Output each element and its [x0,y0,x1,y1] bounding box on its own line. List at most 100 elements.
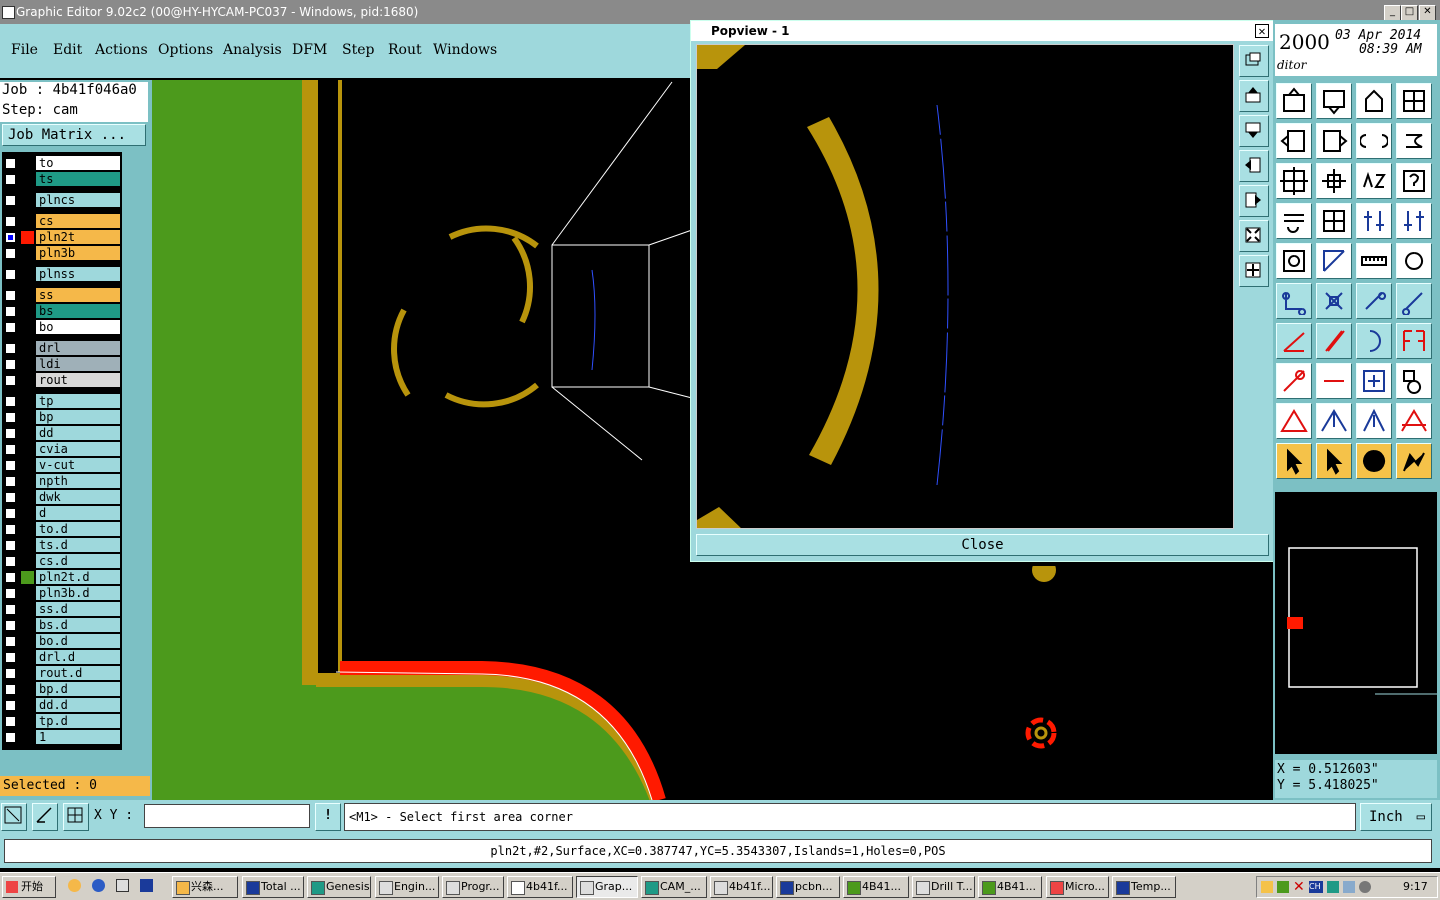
layer-name[interactable]: bp [36,410,120,425]
taskbar-item[interactable]: 4b41f... [710,876,773,898]
window-icon[interactable] [1396,83,1432,119]
layer-snap-icon[interactable] [1356,203,1392,239]
tray-volume-icon[interactable] [1359,881,1371,893]
unit-selector[interactable]: Inch ▭ [1360,803,1432,831]
settings-icon[interactable] [1276,203,1312,239]
layer-row[interactable]: dd.d [2,698,122,714]
layer-checkbox[interactable] [5,343,16,354]
layer-name[interactable]: dd.d [36,698,120,713]
layer-checkbox[interactable] [5,428,16,439]
angle-icon[interactable] [1276,323,1312,359]
lift-icon[interactable] [1356,403,1392,439]
minimize-button[interactable]: _ [1384,5,1401,21]
layer-name[interactable]: pln2t [36,230,120,245]
quicklaunch-ie-icon[interactable] [92,879,105,892]
layer-name[interactable]: bp.d [36,682,120,697]
measure-icon[interactable] [32,803,58,831]
layer-row[interactable]: 1 [2,730,122,746]
layer-row[interactable]: ss.d [2,602,122,618]
layer-row[interactable]: to.d [2,522,122,538]
surface-icon[interactable] [1316,243,1352,279]
layer-name[interactable]: bo [36,320,120,335]
center-icon[interactable] [1356,363,1392,399]
layer-checkbox[interactable] [5,322,16,333]
layer-name[interactable]: dd [36,426,120,441]
flip-icon[interactable] [1396,323,1432,359]
menu-actions[interactable]: Actions [95,42,148,58]
layer-row[interactable]: dwk [2,490,122,506]
select-icon[interactable] [1316,443,1352,479]
layer-name[interactable]: cvia [36,442,120,457]
layer-row[interactable]: cs [2,214,122,230]
layer-checkbox[interactable] [5,232,16,243]
close-button[interactable]: ✕ [1419,5,1436,21]
layer-checkbox[interactable] [5,412,16,423]
layer-row[interactable]: bp.d [2,682,122,698]
layer-name[interactable]: ldi [36,357,120,372]
popview-close-x-button[interactable]: ✕ [1255,24,1269,38]
taskbar-item[interactable]: 4B41... [843,876,909,898]
house-icon[interactable] [1356,83,1392,119]
layer-checkbox[interactable] [5,700,16,711]
layer-name[interactable]: cs [36,214,120,229]
layer-checkbox[interactable] [5,524,16,535]
zoom-down-icon[interactable] [1316,83,1352,119]
quicklaunch-desktop-icon[interactable] [116,879,129,892]
popview-pan-left-icon[interactable] [1239,150,1269,182]
popview-zoom-out-icon[interactable] [1239,220,1269,252]
layer-row[interactable]: bs [2,304,122,320]
layer-row[interactable]: bs.d [2,618,122,634]
layer-row[interactable]: cvia [2,442,122,458]
layer-name[interactable]: ss.d [36,602,120,617]
scale-icon[interactable] [1356,163,1392,199]
taskbar-item[interactable]: 兴森... [172,876,238,898]
layer-name[interactable]: npth [36,474,120,489]
layer-checkbox[interactable] [5,684,16,695]
layer-row[interactable]: ss [2,288,122,304]
tray-pencil-icon[interactable] [1261,881,1273,893]
line-add-icon[interactable] [1356,283,1392,319]
layer-checkbox[interactable] [5,636,16,647]
taskbar-item[interactable]: pcbn... [776,876,840,898]
quicklaunch-save-icon[interactable] [140,879,153,892]
tray-network-icon[interactable] [1343,881,1355,893]
layer-checkbox[interactable] [5,375,16,386]
menu-dfm[interactable]: DFM [292,42,327,58]
layer-checkbox[interactable] [5,732,16,743]
layer-row[interactable]: to [2,156,122,172]
layer-name[interactable]: dwk [36,490,120,505]
rotate-icon[interactable] [1396,123,1432,159]
layer-row[interactable]: rout [2,373,122,389]
layer-name[interactable]: ss [36,288,120,303]
taskbar-item[interactable]: 4b41f... [507,876,573,898]
pan-left-icon[interactable] [1276,123,1312,159]
snap-icon[interactable] [1,803,27,831]
layer-row[interactable]: pln2t [2,230,122,246]
layer-row[interactable]: plncs [2,193,122,209]
layer-row[interactable]: drl [2,341,122,357]
popview-pan-down-icon[interactable] [1239,115,1269,147]
layer-row[interactable]: rout.d [2,666,122,682]
zoom-fit-icon[interactable] [1276,163,1312,199]
popview-close-button[interactable]: Close [696,534,1269,556]
layer-name[interactable]: ts [36,172,120,187]
ruler-icon[interactable] [1356,243,1392,279]
tray-x-icon[interactable]: ✕ [1293,879,1305,895]
xy-input[interactable] [144,804,310,828]
triangle-icon[interactable] [1276,403,1312,439]
arc-icon[interactable] [1356,323,1392,359]
taskbar-item[interactable]: Temp... [1112,876,1176,898]
layer-checkbox[interactable] [5,158,16,169]
menu-file[interactable]: File [11,42,38,58]
taskbar-item[interactable]: Genesis [307,876,371,898]
tray-ch-icon[interactable]: CH [1309,881,1323,893]
popview-pan-right-icon[interactable] [1239,185,1269,217]
cross-icon[interactable] [1316,283,1352,319]
layer-checkbox[interactable] [5,460,16,471]
taskbar-item[interactable]: Total ... [242,876,304,898]
layer-checkbox[interactable] [5,290,16,301]
layer-row[interactable]: npth [2,474,122,490]
layer-checkbox[interactable] [5,174,16,185]
layer-row[interactable]: plnss [2,267,122,283]
node-icon[interactable] [1276,283,1312,319]
